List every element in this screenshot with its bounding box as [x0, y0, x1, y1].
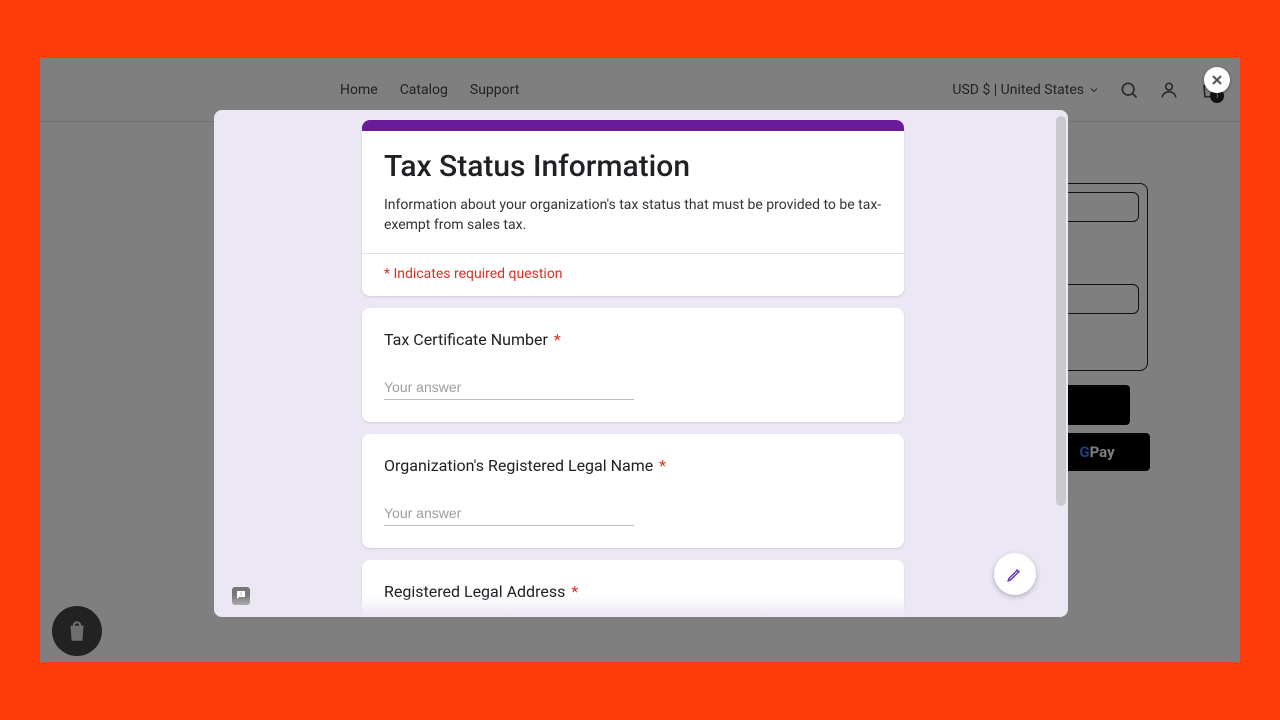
tax-cert-input[interactable] [384, 375, 634, 400]
close-button[interactable] [1204, 67, 1230, 93]
question-label: Organization's Registered Legal Name * [384, 456, 882, 475]
form-description: Information about your organization's ta… [384, 196, 882, 235]
question-card: Tax Certificate Number * [362, 308, 904, 422]
required-asterisk: * [659, 456, 666, 475]
org-name-input[interactable] [384, 501, 634, 526]
close-icon [1209, 72, 1225, 88]
form-header-card: Tax Status Information Information about… [362, 120, 904, 296]
form-accent-bar [362, 120, 904, 131]
scrollbar-thumb[interactable] [1056, 116, 1066, 506]
edit-button[interactable] [994, 553, 1036, 595]
modal-scroll[interactable]: Tax Status Information Information about… [214, 110, 1052, 617]
required-asterisk: * [554, 330, 561, 349]
question-card: Registered Legal Address * [362, 560, 904, 617]
question-text: Tax Certificate Number [384, 330, 548, 349]
required-indicator: * Indicates required question [362, 254, 904, 296]
question-text: Organization's Registered Legal Name [384, 456, 653, 475]
report-icon [235, 590, 247, 602]
report-button[interactable] [232, 587, 250, 605]
outer-frame: Home Catalog Support USD $ | United Stat… [0, 0, 1280, 720]
question-label: Registered Legal Address * [384, 582, 882, 601]
question-card: Organization's Registered Legal Name * [362, 434, 904, 548]
modal: Tax Status Information Information about… [214, 110, 1068, 617]
pencil-icon [1006, 565, 1024, 583]
form-title: Tax Status Information [384, 149, 882, 184]
page: Home Catalog Support USD $ | United Stat… [40, 58, 1240, 662]
question-label: Tax Certificate Number * [384, 330, 882, 349]
question-text: Registered Legal Address [384, 582, 565, 601]
required-asterisk: * [571, 582, 578, 601]
